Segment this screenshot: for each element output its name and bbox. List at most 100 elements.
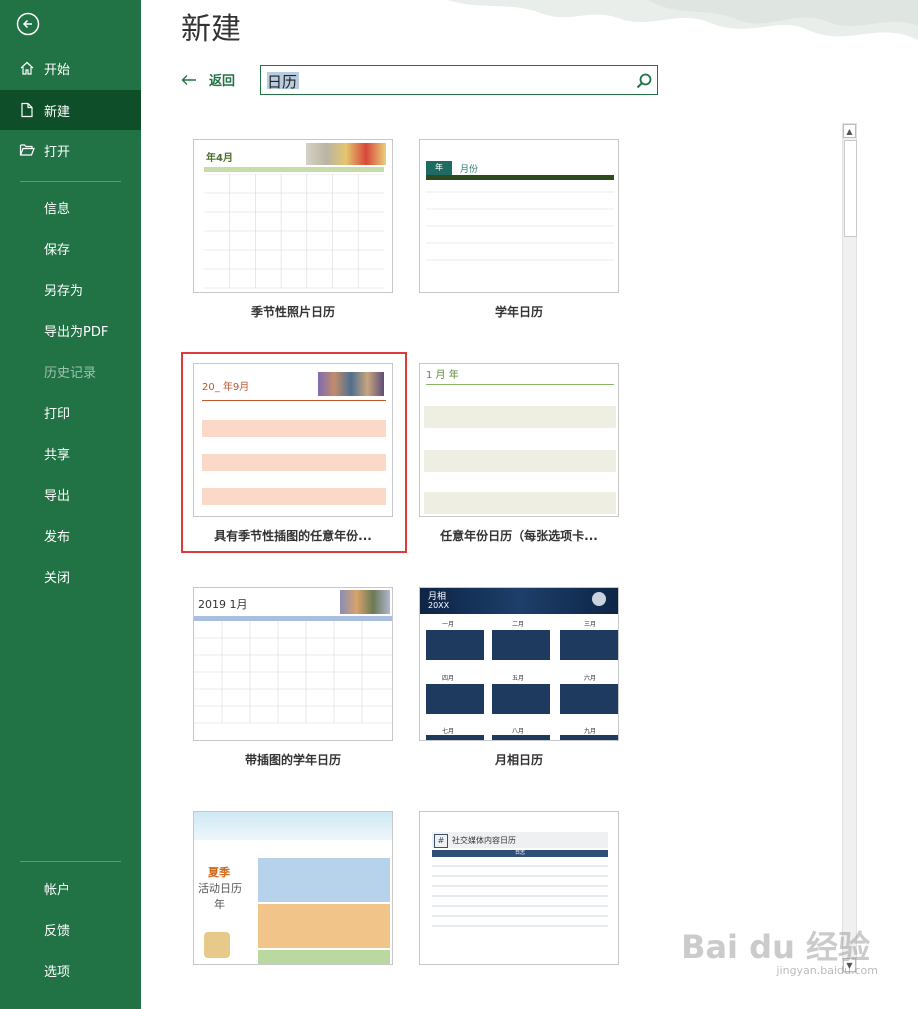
calendar-week-band [424,492,616,514]
thumb-subtitle: 年 [214,898,225,911]
sidebar-item-label: 导出 [44,488,71,504]
calendar-week-band [424,406,616,428]
thumb-subtitle: 活动日历 [198,882,242,895]
moon-month-block [426,735,484,740]
search-input[interactable] [261,66,629,96]
moon-month-block [492,630,550,660]
template-academic-year-calendar[interactable]: 年 月份 学年日历 [419,139,619,320]
template-thumbnail[interactable]: 2019 1月 [193,587,393,741]
sidebar-item-label: 发布 [44,529,71,545]
calendar-grid [426,191,614,261]
moon-month-block [426,684,484,714]
moon-month-block [492,735,550,740]
template-summer-activity-calendar[interactable]: 夏季 活动日历 年 [193,811,393,975]
calendar-block-green [258,950,390,964]
sidebar-item-print[interactable]: 打印 [0,392,141,432]
page-title: 新建 [181,12,241,47]
main-panel: 新建 返回 年4月 季节性照片日历 年 月份 [141,0,918,1009]
back-arrow-icon[interactable] [16,12,40,36]
thumb-title: 1 月 年 [426,370,459,381]
template-thumbnail[interactable]: 年4月 [193,139,393,293]
table-header: 日志 [432,850,608,857]
search-box [260,65,658,96]
thumb-title: 年 [426,161,452,175]
template-thumbnail[interactable]: 20_ 年9月 [193,363,393,517]
moon-month-block [560,630,618,660]
template-illustrated-academic-calendar[interactable]: 2019 1月 带插图的学年日历 [193,587,393,768]
month-label: 九月 [584,728,597,735]
month-label: 一月 [442,621,455,628]
template-thumbnail[interactable]: 年 月份 [419,139,619,293]
template-label: 季节性照片日历 [250,305,335,319]
scrollbar-thumb[interactable] [844,140,857,237]
sidebar-item-history: 历史记录 [0,351,141,391]
sidebar-item-label: 帐户 [44,882,71,898]
template-thumbnail[interactable]: # 社交媒体内容日历 日志 [419,811,619,965]
sidebar-item-save-as[interactable]: 另存为 [0,269,141,309]
template-social-media-content-calendar[interactable]: # 社交媒体内容日历 日志 [419,811,619,975]
sidebar-item-label: 另存为 [44,283,84,299]
sidebar-item-close[interactable]: 关闭 [0,556,141,596]
sidebar-item-publish[interactable]: 发布 [0,515,141,555]
moon-month-block [560,684,618,714]
calendar-week-band [202,454,386,471]
hashtag-icon: # [434,834,448,848]
watermark-logo: Bai du 经验 [681,928,870,966]
map-illustration [204,932,230,958]
sidebar-item-save[interactable]: 保存 [0,228,141,268]
sidebar-item-export-pdf[interactable]: 导出为PDF [0,310,141,350]
moon-month-block [426,630,484,660]
sidebar-item-label: 关闭 [44,570,71,586]
home-icon [18,59,36,77]
thumb-title: 夏季 [208,866,230,879]
watermark-url: jingyan.baidu.com [776,964,878,977]
template-moon-phase-calendar[interactable]: 月相 20XX 一月 二月 三月 四月 五月 六月 七月 八月 九月 月相日历 [419,587,619,768]
template-thumbnail[interactable]: 夏季 活动日历 年 [193,811,393,965]
weekday-bar [426,175,614,180]
sidebar-item-account[interactable]: 帐户 [0,868,141,908]
sidebar-item-label: 反馈 [44,923,71,939]
sidebar-item-share[interactable]: 共享 [0,433,141,473]
weekday-bar [204,167,384,172]
template-thumbnail[interactable]: 月相 20XX 一月 二月 三月 四月 五月 六月 七月 八月 九月 [419,587,619,741]
sidebar-item-feedback[interactable]: 反馈 [0,909,141,949]
template-any-year-calendar[interactable]: 1 月 年 任意年份日历（每张选项卡... [419,363,619,544]
sidebar-divider [20,861,121,862]
sidebar-item-label: 保存 [44,242,71,258]
moon-banner [420,588,618,614]
sidebar-item-label: 打开 [44,144,71,160]
sidebar-item-open[interactable]: 打开 [0,130,141,170]
sidebar-item-label: 信息 [44,201,71,217]
left-arrow-icon [181,74,196,85]
content-table-grid [432,865,608,927]
header-line [202,400,386,401]
month-label: 八月 [512,728,525,735]
sidebar-item-label: 开始 [44,62,71,78]
sidebar-item-options[interactable]: 选项 [0,950,141,990]
moon-month-block [492,684,550,714]
thumb-title: 社交媒体内容日历 [452,836,516,845]
sidebar-item-export[interactable]: 导出 [0,474,141,514]
sidebar-item-new[interactable]: 新建 [0,90,141,130]
thumb-title: 2019 1月 [198,598,248,611]
calendar-block-blue [258,858,390,902]
template-seasonal-photo-calendar[interactable]: 年4月 季节性照片日历 [193,139,393,320]
sidebar-item-home[interactable]: 开始 [0,48,141,88]
sidebar-item-label: 选项 [44,964,71,980]
back-link[interactable]: 返回 [181,70,235,89]
calendar-grid [194,621,392,724]
moon-icon [592,592,606,606]
header-line [426,384,614,385]
sidebar-item-label: 新建 [44,104,71,120]
sidebar-item-info[interactable]: 信息 [0,187,141,227]
scroll-up-icon[interactable]: ▲ [843,124,856,138]
search-icon[interactable] [635,72,653,90]
vertical-scrollbar[interactable]: ▲ ▼ [842,123,857,973]
month-label: 四月 [442,675,455,682]
summer-banner-image [194,812,392,840]
month-label: 七月 [442,728,455,735]
template-thumbnail[interactable]: 1 月 年 [419,363,619,517]
sidebar-item-label: 共享 [44,447,71,463]
template-seasonal-illustration-calendar[interactable]: 20_ 年9月 具有季节性插图的任意年份... [193,363,393,544]
calendar-block-orange [258,904,390,948]
